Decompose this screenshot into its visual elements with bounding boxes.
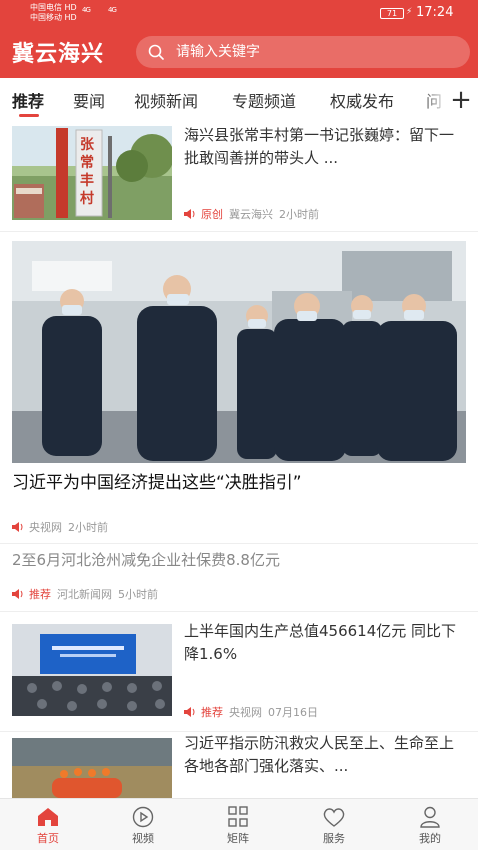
speaker-icon [184, 707, 195, 717]
news-meta: 央视网 2小时前 [12, 519, 108, 535]
speaker-icon [12, 589, 23, 599]
user-icon [420, 806, 440, 828]
category-tabs: 推荐 要闻 视频新闻 专题频道 权威发布 问 + [0, 78, 478, 122]
news-time: 2小时前 [68, 521, 108, 534]
grid-icon [228, 806, 248, 827]
news-time: 5小时前 [118, 588, 158, 601]
news-source: 央视网 [29, 521, 62, 534]
news-feed: 张常丰村 海兴县张常丰村第一书记张巍婷：留下一批敢闯善拼的带头人 ... 原创 … [0, 122, 478, 798]
speaker-icon [12, 522, 23, 532]
news-title[interactable]: 海兴县张常丰村第一书记张巍婷：留下一批敢闯善拼的带头人 ... [184, 124, 466, 170]
nav-video-label: 视频 [132, 832, 154, 845]
news-meta: 原创 冀云海兴 2小时前 [184, 206, 319, 222]
banner-text: 张常丰村 [80, 137, 94, 207]
nav-matrix-label: 矩阵 [227, 832, 249, 845]
tab-special[interactable]: 专题频道 [232, 88, 296, 112]
app-header: 中国电信 HD 中国移动 HD 4G 4G 71 ⚡ 17:24 冀云海兴 [0, 0, 478, 78]
news-item[interactable]: 上半年国内生产总值456614亿元 同比下降1.6% 推荐 央视网 07月16日 [0, 612, 478, 732]
news-time: 2小时前 [279, 208, 319, 221]
news-meta: 推荐 央视网 07月16日 [184, 704, 318, 720]
play-icon [132, 806, 154, 828]
home-icon [38, 808, 58, 826]
nav-video[interactable]: 视频 [95, 799, 191, 850]
search-icon [148, 44, 164, 60]
nav-service-label: 服务 [323, 832, 345, 845]
status-bar: 中国电信 HD 中国移动 HD 4G 4G 71 ⚡ 17:24 [0, 0, 478, 26]
nav-matrix[interactable]: 矩阵 [190, 799, 286, 850]
signal-1: 4G [82, 6, 91, 14]
news-title[interactable]: 习近平指示防汛救灾人民至上、生命至上 各地各部门强化落实、... [184, 732, 466, 778]
news-tag: 原创 [201, 208, 223, 221]
search-bar[interactable] [136, 36, 470, 68]
news-featured-image [12, 241, 466, 463]
tabs-fade [420, 78, 448, 122]
search-input[interactable] [176, 40, 456, 64]
carrier-1: 中国电信 HD [30, 3, 77, 12]
add-channel-icon[interactable]: + [446, 82, 476, 118]
news-item[interactable]: 张常丰村 海兴县张常丰村第一书记张巍婷：留下一批敢闯善拼的带头人 ... 原创 … [0, 122, 478, 232]
carrier-2: 中国移动 HD [30, 13, 77, 22]
status-time: 17:24 [416, 5, 454, 20]
tab-recommend[interactable]: 推荐 [12, 88, 44, 112]
nav-mine-label: 我的 [419, 832, 441, 845]
bottom-nav: 首页 视频 矩阵 服务 我的 [0, 798, 478, 850]
battery-icon: 71 [380, 8, 404, 19]
tab-official[interactable]: 权威发布 [330, 88, 394, 112]
nav-mine[interactable]: 我的 [382, 799, 478, 850]
heart-icon [323, 808, 345, 827]
signal-2: 4G [108, 6, 117, 14]
news-tag: 推荐 [201, 706, 223, 719]
tab-video-news[interactable]: 视频新闻 [134, 88, 198, 112]
speaker-icon [184, 209, 195, 219]
news-meta: 推荐 河北新闻网 5小时前 [12, 586, 158, 602]
news-thumbnail: 张常丰村 [12, 126, 172, 220]
news-item-featured[interactable]: 习近平为中国经济提出这些“决胜指引” 央视网 2小时前 [0, 232, 478, 544]
news-item[interactable]: 2至6月河北沧州减免企业社保费8.8亿元 推荐 河北新闻网 5小时前 [0, 544, 478, 612]
news-source: 冀云海兴 [229, 208, 273, 221]
nav-home[interactable]: 首页 [0, 799, 96, 850]
active-tab-indicator [19, 114, 39, 117]
news-item[interactable]: 习近平指示防汛救灾人民至上、生命至上 各地各部门强化落实、... [0, 732, 478, 798]
app-title: 冀云海兴 [12, 42, 105, 67]
news-time: 07月16日 [268, 706, 318, 719]
news-title[interactable]: 2至6月河北沧州减免企业社保费8.8亿元 [12, 549, 466, 572]
nav-home-label: 首页 [37, 832, 59, 845]
nav-service[interactable]: 服务 [286, 799, 382, 850]
charging-icon: ⚡ [406, 7, 413, 17]
news-source: 河北新闻网 [57, 588, 112, 601]
tab-headlines[interactable]: 要闻 [73, 88, 105, 112]
news-title[interactable]: 习近平为中国经济提出这些“决胜指引” [12, 472, 466, 495]
news-thumbnail [12, 738, 172, 798]
news-source: 央视网 [229, 706, 262, 719]
news-title[interactable]: 上半年国内生产总值456614亿元 同比下降1.6% [184, 620, 466, 666]
news-tag: 推荐 [29, 588, 51, 601]
carrier-info: 中国电信 HD 中国移动 HD [30, 3, 77, 23]
news-thumbnail [12, 624, 172, 716]
